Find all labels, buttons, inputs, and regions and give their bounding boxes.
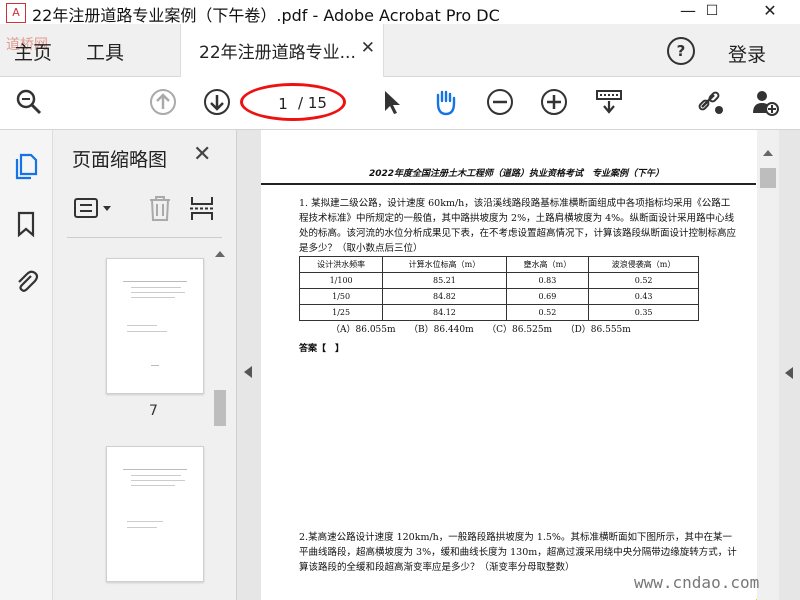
document-tab-label: 22年注册道路专业... (199, 43, 356, 63)
document-tab[interactable]: 22年注册道路专业... ✕ (180, 24, 384, 77)
answer-blank: 答案【 】 (299, 344, 345, 354)
tools-tab[interactable]: 工具 (86, 38, 124, 65)
next-page-icon[interactable] (202, 87, 232, 117)
table-row: 1/50 84.82 0.69 0.43 (298, 288, 699, 305)
scroll-up-icon[interactable] (763, 150, 773, 156)
document-scroll-thumb[interactable] (760, 168, 776, 188)
left-tool-rail (0, 130, 53, 600)
document-scrollbar[interactable] (757, 130, 779, 600)
table-cell: 1/50 (298, 288, 384, 305)
pdf-icon: A (6, 3, 26, 23)
thumbnail-options-icon[interactable] (73, 196, 113, 220)
panel-divider (67, 237, 222, 238)
bookmark-icon[interactable] (12, 210, 40, 238)
page-thumbnail[interactable] (106, 258, 204, 394)
thumbnails-panel: 页面缩略图 ✕ 7 (53, 130, 237, 600)
table-cell: 84.82 (382, 288, 507, 305)
page-thumbnails-icon[interactable] (12, 152, 40, 180)
table-header: 波浪侵袭高（m） (588, 256, 699, 273)
table-cell: 1/100 (298, 272, 384, 289)
document-view: 2022年度全国注册土木工程师（道路）执业资格考试 专业案例（下午） 1. 某拟… (261, 130, 756, 600)
site-watermark: www.cndao.com (634, 573, 760, 592)
table-cell: 0.52 (588, 272, 699, 289)
water-level-table: 设计洪水频率 计算水位标高（m） 壅水高（m） 波浪侵袭高（m） 1/100 8… (298, 256, 699, 321)
share-link-icon[interactable] (696, 87, 726, 117)
table-cell: 0.52 (505, 304, 590, 321)
insert-page-icon[interactable] (187, 194, 217, 222)
attachment-icon[interactable] (12, 268, 40, 296)
thumbnails-panel-title: 页面缩略图 (72, 149, 168, 171)
thumbnails-close-icon[interactable]: ✕ (193, 142, 211, 167)
title-bar: A 22年注册道路专业案例（下午卷）.pdf - Adobe Acrobat P… (0, 0, 800, 25)
table-cell: 1/25 (298, 304, 384, 321)
hand-tool-icon[interactable] (430, 87, 460, 117)
answer-options: （A）86.055m （B）86.440m （C）86.525m （D）86.5… (331, 325, 631, 335)
collapse-panel-strip[interactable] (237, 130, 261, 600)
help-icon[interactable]: ? (667, 37, 695, 65)
search-icon[interactable] (14, 87, 44, 117)
collapse-left-icon[interactable] (244, 366, 252, 378)
red-highlight-ellipse (240, 83, 346, 121)
thumbnails-scroll-thumb[interactable] (214, 390, 226, 426)
table-cell: 0.83 (505, 272, 590, 289)
page-header: 2022年度全国注册土木工程师（道路）执业资格考试 专业案例（下午） (369, 169, 665, 179)
login-button[interactable]: 登录 (728, 40, 766, 67)
right-panel-strip[interactable] (779, 130, 800, 600)
table-cell: 0.69 (505, 288, 590, 305)
table-cell: 0.43 (588, 288, 699, 305)
expand-right-panel-icon[interactable] (785, 367, 793, 379)
thumbnail-page-number: 7 (149, 403, 158, 419)
thumbnails-scrollbar[interactable] (211, 245, 229, 600)
table-row: 1/25 84.12 0.52 0.35 (298, 304, 699, 321)
table-cell: 85.21 (382, 272, 507, 289)
table-header: 设计洪水频率 (298, 256, 384, 273)
header-rule (261, 183, 756, 185)
table-header: 壅水高（m） (505, 256, 590, 273)
table-header-row: 设计洪水频率 计算水位标高（m） 壅水高（m） 波浪侵袭高（m） (298, 256, 699, 273)
table-cell: 84.12 (382, 304, 507, 321)
question-2: 2.某高速公路设计速度 120km/h，一般路段路拱坡度为 1.5%。其标准横断… (299, 532, 737, 573)
table-header: 计算水位标高（m） (382, 256, 507, 273)
table-row: 1/100 85.21 0.83 0.52 (298, 272, 699, 289)
document-tab-close-icon[interactable]: ✕ (361, 38, 375, 58)
question-1: 1. 某拟建二级公路，设计速度 60km/h，该沿溪线路段路基标准横断面组成中各… (299, 198, 737, 254)
table-cell: 0.35 (588, 304, 699, 321)
main-toolbar (0, 77, 800, 130)
zoom-out-icon[interactable] (485, 87, 515, 117)
close-window-button[interactable]: ✕ (750, 0, 790, 24)
page-thumbnail[interactable] (106, 446, 204, 582)
select-cursor-icon[interactable] (376, 87, 406, 117)
maximize-button[interactable]: ☐ (692, 0, 732, 24)
home-tab[interactable]: 主页 (14, 38, 52, 65)
window-title: 22年注册道路专业案例（下午卷）.pdf - Adobe Acrobat Pro… (32, 6, 500, 25)
add-user-icon[interactable] (750, 87, 780, 117)
scroll-mode-icon[interactable] (594, 87, 624, 117)
previous-page-icon[interactable] (148, 87, 178, 117)
zoom-in-icon[interactable] (539, 87, 569, 117)
delete-page-icon[interactable] (147, 194, 173, 222)
